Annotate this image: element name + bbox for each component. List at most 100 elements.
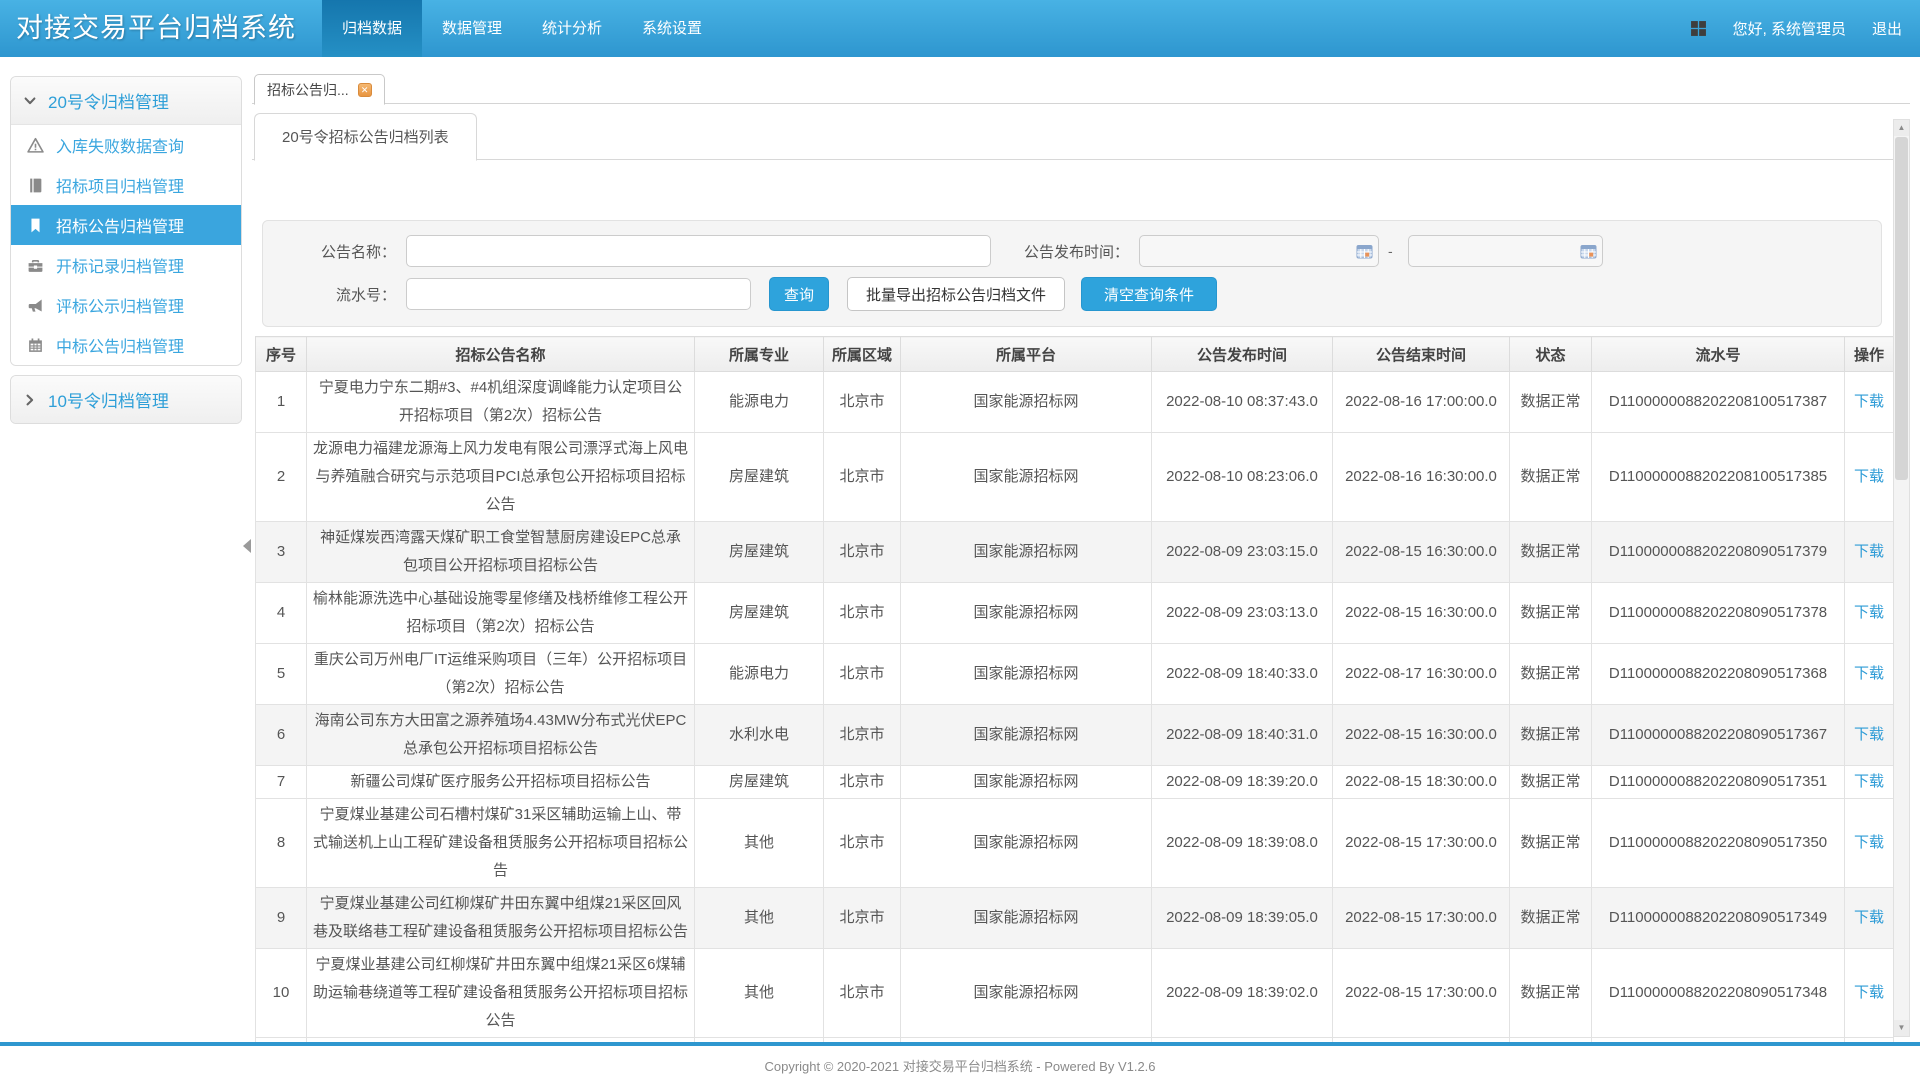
download-link[interactable]: 下载: [1854, 834, 1884, 851]
sidebar-group-label: 10号令归档管理: [48, 387, 169, 412]
table-cell: 宁夏煤业基建公司红柳煤矿井田东翼中组煤21采区6煤辅助运输巷绕道等工程矿建设备租…: [307, 949, 695, 1038]
scroll-down-icon[interactable]: ▼: [1894, 1020, 1909, 1036]
datagrid: 序号招标公告名称所属专业所属区域所属平台公告发布时间公告结束时间状态流水号操作 …: [255, 336, 1910, 1042]
table-row[interactable]: 1宁夏电力宁东二期#3、#4机组深度调峰能力认定项目公开招标项目（第2次）招标公…: [256, 372, 1894, 433]
serial-label: 流水号：: [263, 284, 396, 305]
nav-item-4[interactable]: 系统设置: [622, 0, 722, 57]
download-link[interactable]: 下载: [1854, 604, 1884, 621]
table-cell: 11: [256, 1038, 307, 1043]
table-cell: 国家能源招标网: [901, 433, 1152, 522]
app-title: 对接交易平台归档系统: [0, 0, 322, 57]
close-icon[interactable]: ✕: [358, 83, 372, 97]
table-cell: 其他: [695, 799, 824, 888]
table-cell: 其他: [695, 888, 824, 949]
table-cell: 5: [256, 644, 307, 705]
logout-link[interactable]: 退出: [1872, 18, 1902, 39]
table-cell: 2022-08-15 16:30:00.0: [1333, 583, 1510, 644]
table-cell: D1100000088202208090517367: [1592, 705, 1845, 766]
scroll-up-icon[interactable]: ▲: [1894, 120, 1909, 136]
download-link[interactable]: 下载: [1854, 665, 1884, 682]
download-link[interactable]: 下载: [1854, 773, 1884, 790]
scrollbar-thumb[interactable]: [1895, 137, 1908, 480]
clear-button[interactable]: 清空查询条件: [1081, 277, 1217, 311]
table-cell: 国家能源招标网: [901, 705, 1152, 766]
table-row[interactable]: 8宁夏煤业基建公司石槽村煤矿31采区辅助运输上山、带式输送机上山工程矿建设备租赁…: [256, 799, 1894, 888]
table-cell: 北京市: [824, 522, 901, 583]
table-cell: 北京市: [824, 583, 901, 644]
sidebar-item[interactable]: 中标公告归档管理: [11, 325, 241, 365]
table-cell: 宁夏煤业基建公司石槽村煤矿31采区辅助运输上山、带式输送机上山工程矿建设备租赁服…: [307, 799, 695, 888]
table-cell-action: 下载: [1845, 888, 1894, 949]
export-button[interactable]: 批量导出招标公告归档文件: [847, 277, 1065, 311]
bookmark-icon: [27, 217, 44, 234]
column-header: 序号: [256, 337, 307, 372]
table-row[interactable]: 9宁夏煤业基建公司红柳煤矿井田东翼中组煤21采区回风巷及联络巷工程矿建设备租赁服…: [256, 888, 1894, 949]
table-cell: 2022-08-09 18:39:05.0: [1152, 888, 1333, 949]
vertical-scrollbar[interactable]: ▲ ▼: [1893, 119, 1910, 1037]
calendar-icon[interactable]: [1580, 243, 1597, 259]
announcement-name-input[interactable]: [406, 235, 991, 267]
table-cell: 龙源电力福建龙源海上风力发电有限公司漂浮式海上风电与养殖融合研究与示范项目PCI…: [307, 433, 695, 522]
calendar-icon[interactable]: [1356, 243, 1373, 259]
table-row[interactable]: 5重庆公司万州电厂IT运维采购项目（三年）公开招标项目（第2次）招标公告能源电力…: [256, 644, 1894, 705]
table-cell-action: 下载: [1845, 522, 1894, 583]
table-cell: 数据正常: [1510, 705, 1592, 766]
sidebar-group-1: 20号令归档管理入库失败数据查询招标项目归档管理招标公告归档管理开标记录归档管理…: [10, 76, 242, 366]
sidebar-item[interactable]: 开标记录归档管理: [11, 245, 241, 285]
nav-item-3[interactable]: 统计分析: [522, 0, 622, 57]
panel-body: 公告名称： 公告发布时间： -: [252, 209, 1910, 1042]
sidebar-group-header[interactable]: 20号令归档管理: [11, 77, 241, 125]
table-cell: 2022-08-09 18:40:33.0: [1152, 644, 1333, 705]
download-link[interactable]: 下载: [1854, 909, 1884, 926]
publish-time-to-input[interactable]: [1408, 235, 1603, 267]
table-row[interactable]: 11宁夏煤业基建公司红柳煤矿井田东翼中组煤21采区运输巷贯通工程矿建设备租赁服务…: [256, 1038, 1894, 1043]
table-cell: D1100000088202208100517385: [1592, 433, 1845, 522]
table-row[interactable]: 4榆林能源洗选中心基础设施零星修缮及栈桥维修工程公开招标项目（第2次）招标公告房…: [256, 583, 1894, 644]
megaphone-icon: [27, 297, 44, 314]
table-row[interactable]: 7新疆公司煤矿医疗服务公开招标项目招标公告房屋建筑北京市国家能源招标网2022-…: [256, 766, 1894, 799]
table-cell: 北京市: [824, 372, 901, 433]
sidebar-item[interactable]: 招标项目归档管理: [11, 165, 241, 205]
table-row[interactable]: 2龙源电力福建龙源海上风力发电有限公司漂浮式海上风电与养殖融合研究与示范项目PC…: [256, 433, 1894, 522]
download-link[interactable]: 下载: [1854, 543, 1884, 560]
sidebar-item[interactable]: 招标公告归档管理: [11, 205, 241, 245]
download-link[interactable]: 下载: [1854, 468, 1884, 485]
sidebar-item-label: 招标公告归档管理: [56, 213, 184, 237]
table-cell: D1100000088202208090517349: [1592, 888, 1845, 949]
table-cell: 国家能源招标网: [901, 766, 1152, 799]
download-link[interactable]: 下载: [1854, 984, 1884, 1001]
table-cell: 2022-08-10 08:37:43.0: [1152, 372, 1333, 433]
table-cell: 数据正常: [1510, 766, 1592, 799]
publish-time-label: 公告发布时间：: [991, 241, 1129, 262]
table-cell-action: 下载: [1845, 372, 1894, 433]
table-cell: 国家能源招标网: [901, 522, 1152, 583]
table-cell: 数据正常: [1510, 949, 1592, 1038]
grid-apps-icon[interactable]: [1690, 20, 1707, 37]
column-header: 公告发布时间: [1152, 337, 1333, 372]
download-link[interactable]: 下载: [1854, 393, 1884, 410]
nav-item-2[interactable]: 数据管理: [422, 0, 522, 57]
inner-tab-bar: 20号令招标公告归档列表: [252, 112, 1910, 160]
download-link[interactable]: 下载: [1854, 726, 1884, 743]
query-button[interactable]: 查询: [769, 277, 829, 311]
sidebar-item[interactable]: 入库失败数据查询: [11, 125, 241, 165]
table-row[interactable]: 10宁夏煤业基建公司红柳煤矿井田东翼中组煤21采区6煤辅助运输巷绕道等工程矿建设…: [256, 949, 1894, 1038]
serial-input[interactable]: [406, 278, 751, 310]
table-cell: 2022-08-09 23:03:13.0: [1152, 583, 1333, 644]
sidebar-item[interactable]: 评标公示归档管理: [11, 285, 241, 325]
publish-time-from-input[interactable]: [1139, 235, 1379, 267]
sidebar-collapse-handle[interactable]: [243, 539, 251, 553]
tab-announcement-archive[interactable]: 招标公告归... ✕: [254, 74, 385, 105]
book-icon: [27, 177, 44, 194]
table-row[interactable]: 3神延煤炭西湾露天煤矿职工食堂智慧厨房建设EPC总承包项目公开招标项目招标公告房…: [256, 522, 1894, 583]
table-cell: 2022-08-09 18:38:58.0: [1152, 1038, 1333, 1043]
sidebar-group-header[interactable]: 10号令归档管理: [11, 376, 241, 423]
table-cell: 房屋建筑: [695, 583, 824, 644]
table-row[interactable]: 6海南公司东方大田富之源养殖场4.43MW分布式光伏EPC总承包公开招标项目招标…: [256, 705, 1894, 766]
table-cell: 国家能源招标网: [901, 949, 1152, 1038]
tab-announcement-list[interactable]: 20号令招标公告归档列表: [254, 113, 477, 161]
nav-item-1[interactable]: 归档数据: [322, 0, 422, 57]
table-cell: 2022-08-15 17:30:00.0: [1333, 949, 1510, 1038]
table-cell: 宁夏电力宁东二期#3、#4机组深度调峰能力认定项目公开招标项目（第2次）招标公告: [307, 372, 695, 433]
table-cell: D1100000088202208090517351: [1592, 766, 1845, 799]
